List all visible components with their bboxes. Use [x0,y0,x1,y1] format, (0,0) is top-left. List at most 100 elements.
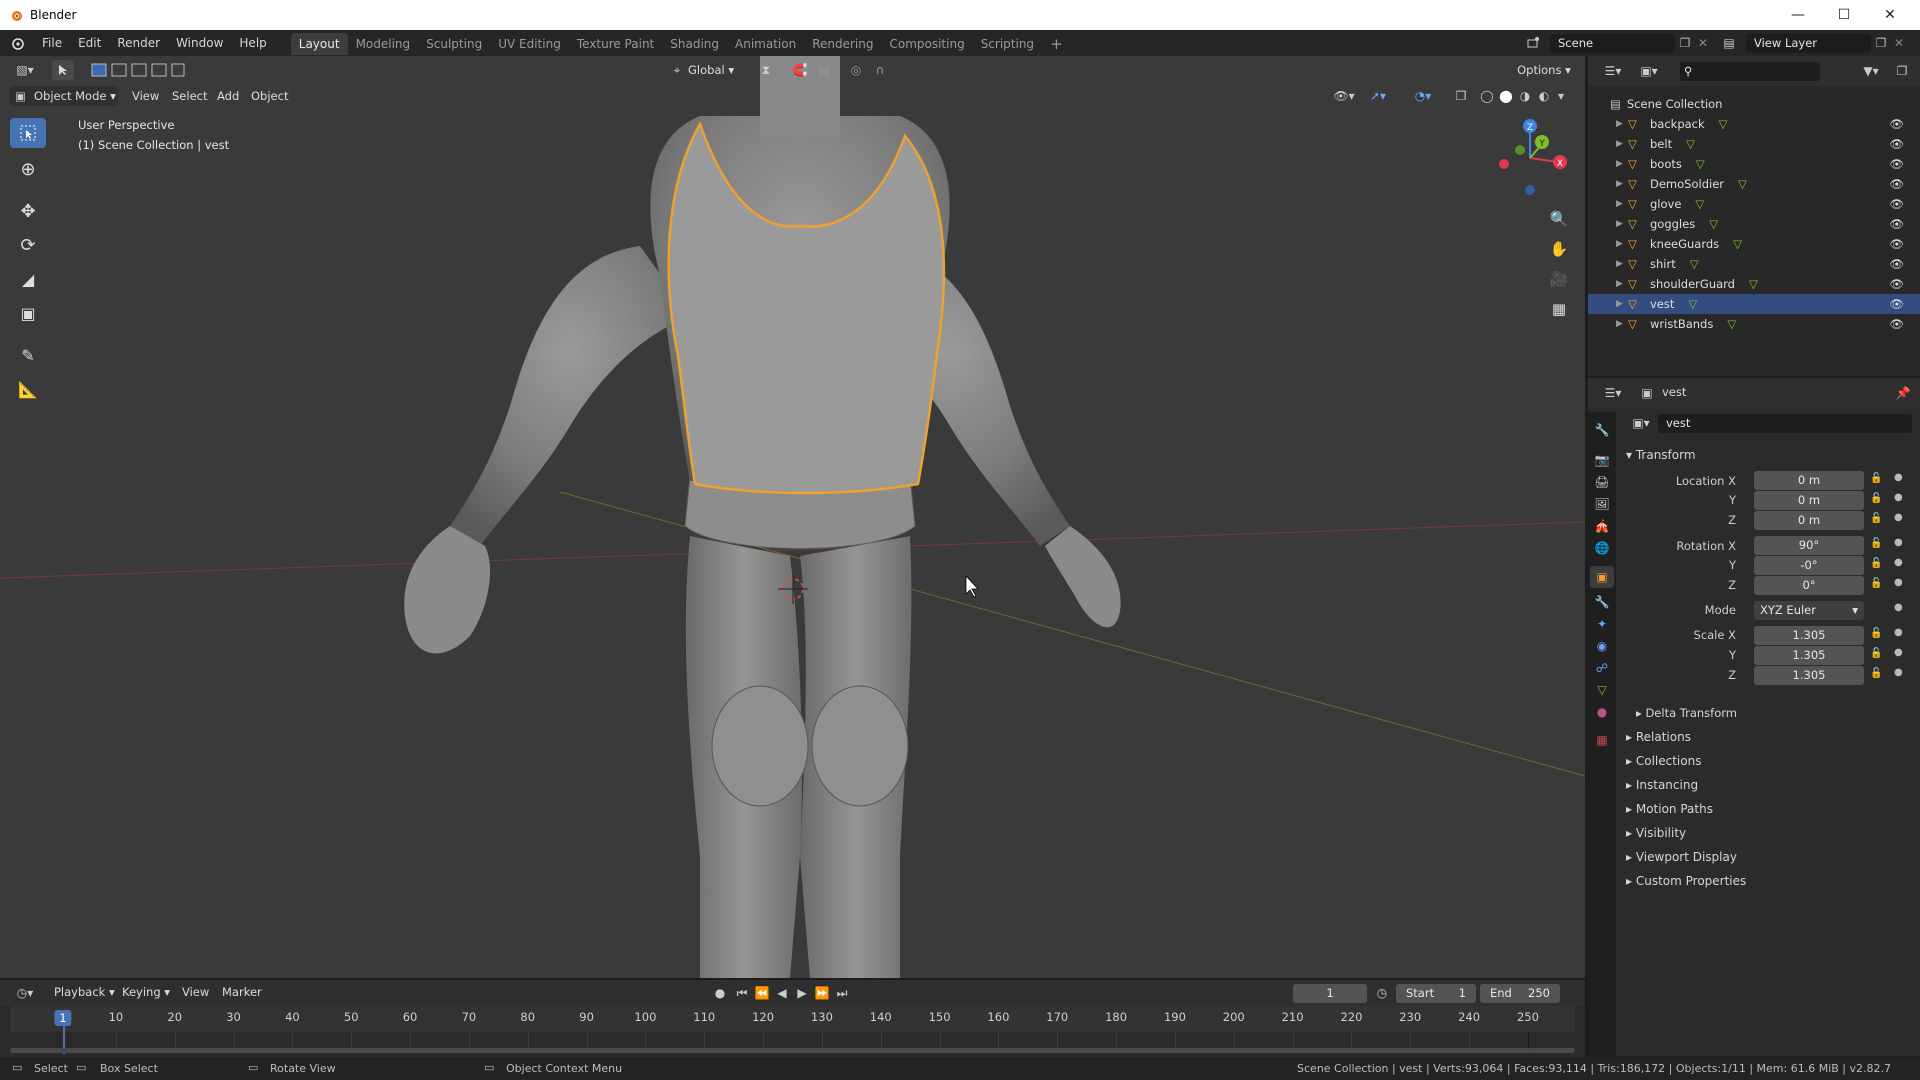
delta-transform-panel[interactable]: ▸ Delta Transform [1636,706,1737,720]
start-frame-field[interactable]: Start 1 [1396,984,1476,1003]
falloff-icon[interactable]: ∩ [866,60,894,80]
outliner-item-backpack[interactable]: ▶ ▽ backpack ▽ 👁 [1588,114,1920,134]
panel-viewport-display[interactable]: ▸ Viewport Display [1626,850,1737,864]
eye-visibility-icon[interactable]: 👁 [1889,257,1904,271]
outliner-item-demosoldier[interactable]: ▶ ▽ DemoSoldier ▽ 👁 [1588,174,1920,194]
transform-panel-header[interactable]: ▾ Transform [1626,448,1696,462]
play-reverse-icon[interactable]: ◀ [774,984,790,1002]
eye-visibility-icon[interactable]: 👁 [1889,137,1904,151]
lock-icon[interactable]: 🔓 [1870,648,1882,659]
expand-arrow-icon[interactable]: ▶ [1616,299,1628,309]
outliner-item-goggles[interactable]: ▶ ▽ goggles ▽ 👁 [1588,214,1920,234]
visibility-icon[interactable]: 👁▾ [1330,87,1358,105]
scene-unlink-icon[interactable]: ✕ [1696,34,1710,52]
keyframe-dot-icon[interactable]: ● [1894,577,1903,588]
outliner-editor-type-icon[interactable]: ☰▾ [1598,62,1628,80]
scale-x-field[interactable]: 1.305 [1754,626,1864,645]
expand-arrow-icon[interactable]: ▶ [1616,259,1628,269]
xray-icon[interactable]: ❐ [1452,87,1470,105]
navigation-gizmo[interactable]: Z X Y [1490,114,1570,198]
filter-icon[interactable]: ▼▾ [1856,62,1886,80]
properties-editor-type-icon[interactable]: ☰▾ [1598,384,1628,402]
viewport-menu-view[interactable]: View [132,86,159,106]
location-x-field[interactable]: 0 m [1754,471,1864,490]
zoom-icon[interactable]: 🔍 [1546,206,1572,232]
ortho-grid-icon[interactable]: ▦ [1546,296,1572,322]
render-tab-icon[interactable]: 📷 [1592,450,1612,470]
preview-range-icon[interactable]: ◷ [1374,984,1390,1002]
expand-arrow-icon[interactable]: ▶ [1616,199,1628,209]
pin-icon[interactable]: 📌 [1894,384,1912,402]
rendered-shading-icon[interactable]: ◐ [1535,87,1553,105]
keyframe-dot-icon[interactable]: ● [1894,602,1903,613]
outliner-item-belt[interactable]: ▶ ▽ belt ▽ 👁 [1588,134,1920,154]
location-z-field[interactable]: 0 m [1754,511,1864,530]
camera-view-icon[interactable]: 🎥 [1546,266,1572,292]
expand-arrow-icon[interactable]: ▶ [1616,319,1628,329]
eye-visibility-icon[interactable]: 👁 [1889,317,1904,331]
wireframe-shading-icon[interactable]: ◯ [1478,87,1496,105]
select-mode-buttons[interactable] [90,61,186,79]
editor-type-icon[interactable]: ▧▾ [10,60,40,80]
tab-shading[interactable]: Shading [662,33,727,55]
timeline-scrollbar[interactable] [10,1048,1575,1053]
record-icon[interactable]: ● [712,984,728,1002]
panel-relations[interactable]: ▸ Relations [1626,730,1691,744]
menu-render[interactable]: Render [109,30,168,56]
tab-rendering[interactable]: Rendering [804,33,881,55]
panel-instancing[interactable]: ▸ Instancing [1626,778,1698,792]
rotation-y-field[interactable]: -0° [1754,556,1864,575]
outliner-item-wristbands[interactable]: ▶ ▽ wristBands ▽ 👁 [1588,314,1920,334]
keyframe-dot-icon[interactable]: ● [1894,512,1903,523]
outliner-item-vest[interactable]: ▶ ▽ vest ▽ 👁 [1588,294,1920,314]
panel-collections[interactable]: ▸ Collections [1626,754,1701,768]
expand-arrow-icon[interactable]: ▶ [1616,119,1628,129]
scene-field[interactable]: Scene [1550,34,1675,53]
menu-window[interactable]: Window [168,30,231,56]
expand-arrow-icon[interactable]: ▶ [1616,239,1628,249]
close-button[interactable]: ✕ [1867,0,1913,30]
end-frame-field[interactable]: End 250 [1480,984,1560,1003]
move-tool-icon[interactable]: ✥ [10,196,46,226]
jump-start-icon[interactable]: ⏮ [734,984,750,1002]
material-tab-icon[interactable]: ● [1592,702,1612,722]
expand-arrow-icon[interactable]: ▶ [1616,279,1628,289]
viewport-menu-object[interactable]: Object [251,86,288,106]
tab-modeling[interactable]: Modeling [348,33,419,55]
view-layer-field[interactable]: View Layer [1746,34,1871,53]
scale-z-field[interactable]: 1.305 [1754,666,1864,685]
mode-dropdown[interactable]: ▣ Object Mode ▾ [10,86,118,106]
orientation-dropdown[interactable]: Global ▾ [688,60,744,80]
scene-icon[interactable] [1522,34,1544,52]
tab-uv-editing[interactable]: UV Editing [490,33,569,55]
minimize-button[interactable]: — [1775,0,1821,30]
view-layer-new-icon[interactable]: ❐ [1871,34,1891,52]
keyframe-dot-icon[interactable]: ● [1894,472,1903,483]
eye-visibility-icon[interactable]: 👁 [1889,237,1904,251]
select-box-tool-icon[interactable] [10,118,46,148]
outliner-item-kneeguards[interactable]: ▶ ▽ kneeGuards ▽ 👁 [1588,234,1920,254]
datablock-type-icon[interactable]: ▣▾ [1626,414,1656,432]
options-dropdown[interactable]: Options ▾ [1513,60,1575,80]
eye-visibility-icon[interactable]: 👁 [1889,177,1904,191]
next-keyframe-icon[interactable]: ⏩ [814,984,830,1002]
eye-visibility-icon[interactable]: 👁 [1889,297,1904,311]
proportional-edit-icon[interactable]: ◎ [848,60,864,80]
timeline-menu-view[interactable]: View [182,985,209,999]
tab-sculpting[interactable]: Sculpting [418,33,490,55]
object-name-field[interactable]: vest [1658,414,1912,433]
annotate-tool-icon[interactable]: ✎ [10,340,46,370]
transform-tool-icon[interactable]: ▣ [10,298,46,328]
lock-icon[interactable]: 🔓 [1870,558,1882,569]
lock-icon[interactable]: 🔓 [1870,668,1882,679]
mesh-data-tab-icon[interactable]: ▽ [1592,680,1612,700]
tool-tab-icon[interactable]: 🔧 [1592,420,1612,440]
outliner-search-input[interactable]: ⚲ [1680,62,1820,81]
rotation-z-field[interactable]: 0° [1754,576,1864,595]
expand-arrow-icon[interactable]: ▶ [1616,219,1628,229]
lock-icon[interactable]: 🔓 [1870,513,1882,524]
keyframe-dot-icon[interactable]: ● [1894,667,1903,678]
keyframe-dot-icon[interactable]: ● [1894,647,1903,658]
eye-visibility-icon[interactable]: 👁 [1889,157,1904,171]
snap-icon[interactable]: 🧲 [790,60,810,80]
